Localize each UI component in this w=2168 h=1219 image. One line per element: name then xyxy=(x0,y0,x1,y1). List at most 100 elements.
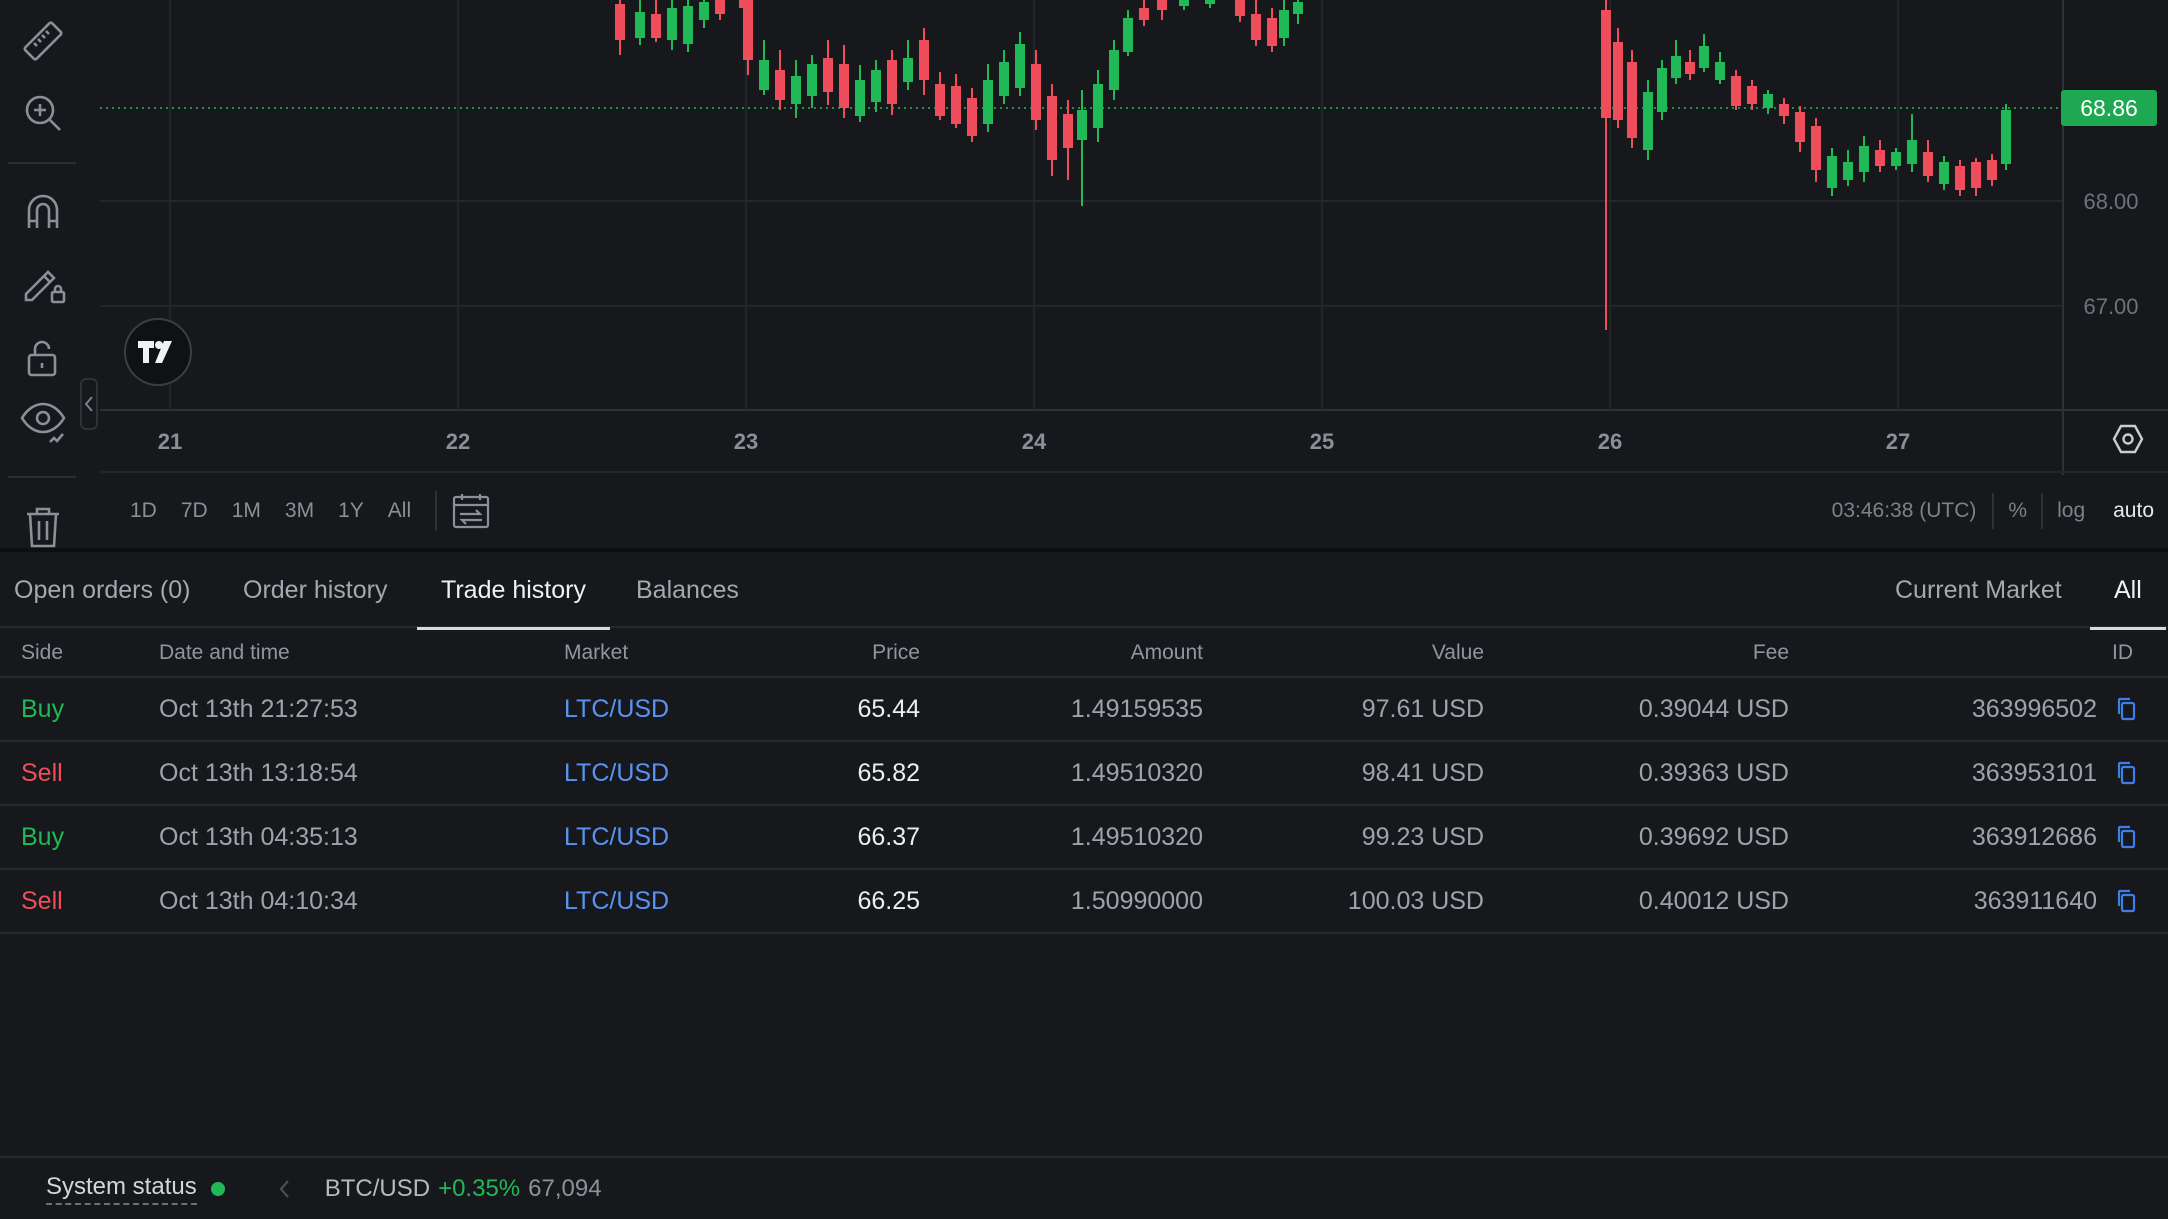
tab-open-orders[interactable]: Open orders (0) xyxy=(14,552,190,628)
trade-date: Oct 13th 13:18:54 xyxy=(159,758,358,787)
orders-tabs: Open orders (0) Order history Trade hist… xyxy=(0,552,2168,630)
trade-market-link[interactable]: LTC/USD xyxy=(564,806,669,868)
trade-date: Oct 13th 04:10:34 xyxy=(159,886,358,915)
toolbar-collapse-button[interactable] xyxy=(80,378,98,430)
candle-body xyxy=(1157,0,1167,10)
ruler-icon[interactable] xyxy=(12,10,74,72)
chart-scale-options: 03:46:38 (UTC) % log auto xyxy=(1832,480,2168,542)
candle-body xyxy=(1077,110,1087,140)
date-range-icon[interactable] xyxy=(449,491,493,531)
trade-market-link[interactable]: LTC/USD xyxy=(564,678,669,740)
candlestick-chart[interactable]: 21 22 23 24 25 26 27 68.00 67.00 68.86 xyxy=(100,0,2168,480)
trade-value: 99.23 USD xyxy=(1361,822,1484,851)
candle-body xyxy=(903,58,913,82)
tab-trade-history[interactable]: Trade history xyxy=(417,552,610,630)
trade-date: Oct 13th 21:27:53 xyxy=(159,694,358,723)
status-indicator-dot xyxy=(210,1181,225,1196)
table-row[interactable]: Buy Oct 13th 21:27:53 LTC/USD 65.44 1.49… xyxy=(0,678,2168,742)
candle-body xyxy=(999,62,1009,96)
header-id[interactable]: ID xyxy=(2112,630,2133,676)
magnet-icon[interactable] xyxy=(12,180,74,242)
range-7d-button[interactable]: 7D xyxy=(169,499,220,523)
trade-price: 65.44 xyxy=(857,694,920,723)
candle-body xyxy=(1907,140,1917,164)
candle-body xyxy=(1015,44,1025,88)
candle-body xyxy=(1671,56,1681,78)
table-row[interactable]: Sell Oct 13th 13:18:54 LTC/USD 65.82 1.4… xyxy=(0,742,2168,806)
percent-scale-button[interactable]: % xyxy=(1994,499,2041,523)
table-row[interactable]: Sell Oct 13th 04:10:34 LTC/USD 66.25 1.5… xyxy=(0,870,2168,934)
status-bar: System status BTC/USD +0.35% 67,094 xyxy=(0,1156,2168,1219)
trade-side: Sell xyxy=(21,886,63,915)
ticker-price: 67,094 xyxy=(528,1174,602,1202)
candle-body xyxy=(1601,10,1611,118)
candle-body xyxy=(615,4,625,40)
tab-order-history[interactable]: Order history xyxy=(243,552,387,628)
candle-body xyxy=(1811,126,1821,170)
header-value[interactable]: Value xyxy=(1432,630,1484,676)
trade-history-table: Side Date and time Market Price Amount V… xyxy=(0,630,2168,934)
last-price-label: 68.86 xyxy=(2080,95,2138,121)
trade-market-link[interactable]: LTC/USD xyxy=(564,870,669,932)
auto-scale-button[interactable]: auto xyxy=(2099,499,2168,523)
filter-current-market[interactable]: Current Market xyxy=(1895,552,2062,628)
trade-amount: 1.50990000 xyxy=(1070,886,1203,915)
candle-body xyxy=(1685,62,1695,74)
copy-icon[interactable] xyxy=(2116,678,2136,740)
trade-side: Buy xyxy=(21,822,65,851)
trade-value: 97.61 USD xyxy=(1361,694,1484,723)
copy-icon[interactable] xyxy=(2116,870,2136,932)
unlock-icon[interactable] xyxy=(12,326,74,388)
log-scale-button[interactable]: log xyxy=(2043,499,2099,523)
utc-clock: 03:46:38 (UTC) xyxy=(1831,499,1977,522)
header-side[interactable]: Side xyxy=(21,630,63,676)
chart-settings-icon[interactable] xyxy=(2108,419,2148,459)
filter-all[interactable]: All xyxy=(2090,552,2166,630)
range-all-button[interactable]: All xyxy=(376,499,423,523)
drawing-toolbar xyxy=(0,0,98,548)
range-3m-button[interactable]: 3M xyxy=(273,499,326,523)
candle-body xyxy=(1139,8,1149,20)
trade-market-link[interactable]: LTC/USD xyxy=(564,742,669,804)
y-tick-label: 67.00 xyxy=(2083,294,2138,319)
candle-body xyxy=(1859,146,1869,172)
table-row[interactable]: Buy Oct 13th 04:35:13 LTC/USD 66.37 1.49… xyxy=(0,806,2168,870)
candle-body xyxy=(983,80,993,124)
y-tick-label: 68.00 xyxy=(2083,189,2138,214)
eye-icon[interactable] xyxy=(12,392,74,454)
range-1m-button[interactable]: 1M xyxy=(220,499,273,523)
system-status-link[interactable]: System status xyxy=(46,1173,197,1205)
candle-body xyxy=(1267,18,1277,46)
ticker-change: +0.35% xyxy=(438,1174,521,1202)
candle-body xyxy=(651,14,661,38)
header-amount[interactable]: Amount xyxy=(1131,630,1203,676)
trade-id: 363953101 xyxy=(1971,758,2097,787)
pencil-lock-icon[interactable] xyxy=(12,252,74,314)
tab-balances[interactable]: Balances xyxy=(636,552,739,628)
range-1y-button[interactable]: 1Y xyxy=(326,499,376,523)
copy-icon[interactable] xyxy=(2116,742,2136,804)
zoom-in-icon[interactable] xyxy=(12,82,74,144)
table-header: Side Date and time Market Price Amount V… xyxy=(0,630,2168,678)
chevron-left-icon[interactable] xyxy=(277,1177,297,1201)
ticker-pair[interactable]: BTC/USD xyxy=(325,1175,430,1203)
candle-body xyxy=(1827,156,1837,188)
range-1d-button[interactable]: 1D xyxy=(100,499,169,523)
tradingview-logo[interactable] xyxy=(124,318,192,386)
price-chart[interactable]: 21 22 23 24 25 26 27 68.00 67.00 68.86 1D 7D 1M 3… xyxy=(100,0,2168,548)
header-market[interactable]: Market xyxy=(564,630,628,676)
candle-body xyxy=(1779,104,1789,116)
candle-body xyxy=(855,80,865,116)
candle-body xyxy=(1627,62,1637,138)
x-tick-label: 26 xyxy=(1598,429,1622,454)
copy-icon[interactable] xyxy=(2116,806,2136,868)
candle-body xyxy=(1763,94,1773,108)
trade-side: Buy xyxy=(21,694,65,723)
candle-body xyxy=(823,58,833,92)
candle-body xyxy=(1731,76,1741,106)
header-fee[interactable]: Fee xyxy=(1753,630,1789,676)
header-price[interactable]: Price xyxy=(872,630,920,676)
candle-body xyxy=(1939,162,1949,184)
candle-body xyxy=(1251,14,1261,40)
header-date[interactable]: Date and time xyxy=(159,630,290,676)
